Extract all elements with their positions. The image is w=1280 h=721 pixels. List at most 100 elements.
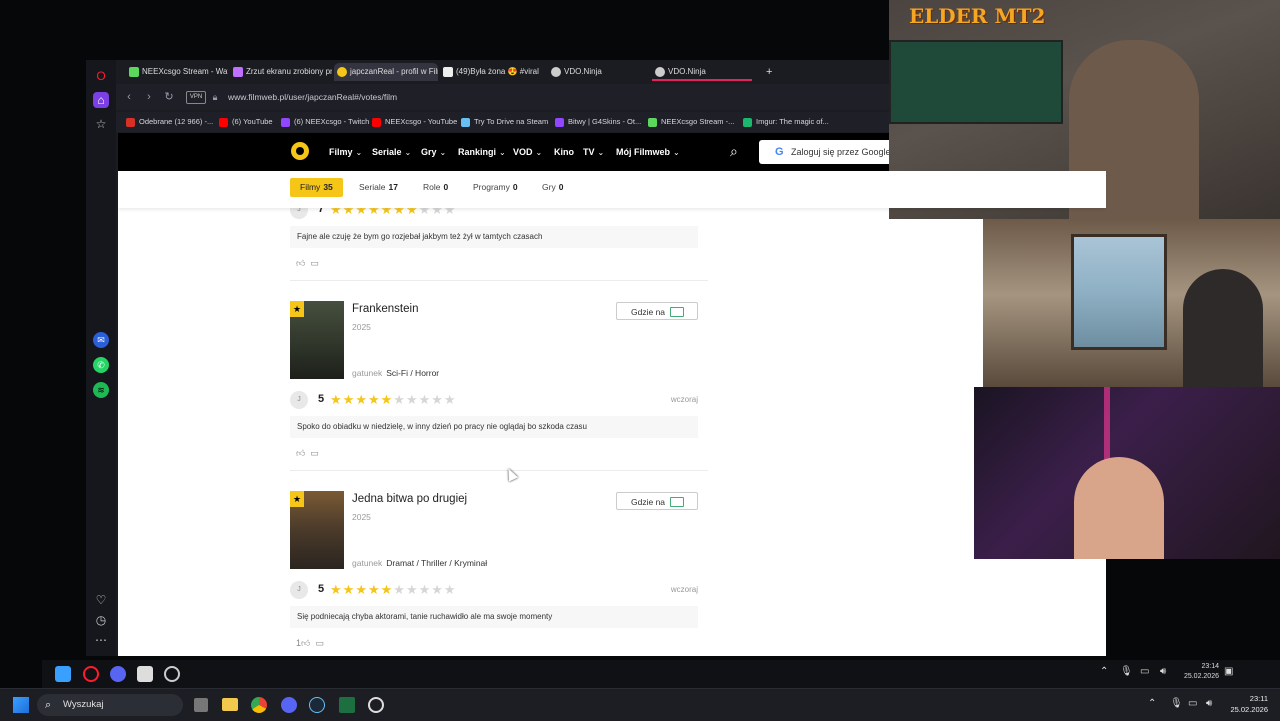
steam-icon[interactable] <box>309 697 325 713</box>
avatar[interactable]: J <box>290 391 308 409</box>
notepad-icon[interactable] <box>137 666 153 682</box>
star-icon[interactable]: ★ <box>393 392 406 407</box>
streamed-clock[interactable]: 23:14 25.02.2026 <box>1175 662 1219 682</box>
star-icon[interactable]: ★ <box>406 582 419 597</box>
star-icon[interactable]: ★ <box>431 582 444 597</box>
star-icon[interactable]: ★ <box>381 582 394 597</box>
filter-tab-role[interactable]: Role 0 <box>413 178 458 197</box>
display-icon[interactable]: ▭ <box>1140 666 1149 677</box>
reply-icon[interactable]: ▭ <box>310 258 319 268</box>
tab-vdo-ninja-2[interactable]: VDO.Ninja <box>652 63 752 81</box>
movie-poster[interactable]: ★ <box>290 491 344 569</box>
star-icon[interactable]: ★ <box>355 392 368 407</box>
notification-icon[interactable]: ▣ <box>1224 666 1233 677</box>
rating-stars[interactable]: ★★★★★★★★★★ <box>330 393 457 407</box>
opera-icon[interactable] <box>83 666 99 682</box>
menu-tv[interactable]: TV ⌄ <box>583 145 604 160</box>
star-icon[interactable]: ★ <box>355 582 368 597</box>
filter-tab-programy[interactable]: Programy 0 <box>463 178 528 197</box>
star-icon[interactable]: ★ <box>444 582 457 597</box>
file-explorer-icon[interactable] <box>222 698 238 711</box>
movie-title[interactable]: Frankenstein <box>352 303 418 315</box>
task-view-icon[interactable] <box>194 698 208 712</box>
taskbar-clock[interactable]: 23:11 25.02.2026 <box>1218 693 1268 715</box>
menu-gry[interactable]: Gry ⌄ <box>421 145 446 160</box>
bookmark-neex-stream[interactable]: NEEXcsgo Stream -... <box>648 115 734 129</box>
menu-filmy[interactable]: Filmy ⌄ <box>329 145 362 160</box>
tab-filmweb-profile[interactable]: japczanReal - profil w Filmw <box>334 63 438 81</box>
aria-icon[interactable]: ☆ <box>93 116 109 132</box>
bookmark-g4skins[interactable]: Bitwy | G4Skins - Ot... <box>555 115 641 129</box>
obs-icon[interactable] <box>164 666 180 682</box>
tray-chevron-icon[interactable]: ⌃ <box>1100 666 1108 677</box>
reply-icon[interactable]: ▭ <box>315 638 324 648</box>
messenger-icon[interactable]: ✉ <box>93 332 109 348</box>
favorites-heart-icon[interactable]: ♡ <box>93 592 109 608</box>
star-icon[interactable]: ★ <box>393 582 406 597</box>
star-icon[interactable]: ★ <box>330 392 343 407</box>
tab-tiktok[interactable]: (49)Była żona 😍 #viral | T <box>440 63 540 81</box>
forward-arrow-icon[interactable]: › <box>142 90 156 104</box>
volume-icon[interactable]: 🔊︎ <box>1160 666 1166 677</box>
url-field[interactable]: www.filmweb.pl/user/japczanReal#/votes/f… <box>228 90 397 104</box>
back-arrow-icon[interactable]: ‹ <box>122 90 136 104</box>
avatar[interactable]: J <box>290 581 308 599</box>
movie-poster[interactable]: ★ <box>290 301 344 379</box>
tray-chevron-icon[interactable]: ⌃ <box>1148 698 1156 709</box>
menu-vod[interactable]: VOD ⌄ <box>513 145 542 160</box>
thumbs-up-icon[interactable]: 👍︎ <box>296 448 305 458</box>
star-icon[interactable]: ★ <box>343 392 356 407</box>
excel-icon[interactable] <box>339 697 355 713</box>
obs-icon[interactable] <box>368 697 384 713</box>
history-icon[interactable]: ◷ <box>93 612 109 628</box>
bookmark-youtube[interactable]: (6) YouTube <box>219 115 273 129</box>
lock-icon[interactable]: 🔒︎ <box>208 90 222 104</box>
bookmark-gmail[interactable]: Odebrane (12 966) -... <box>126 115 213 129</box>
vpn-badge[interactable]: VPN <box>186 91 206 104</box>
google-login-button[interactable]: G Zaloguj się przez Google <box>759 140 899 164</box>
discord-icon[interactable] <box>281 697 297 713</box>
more-icon[interactable]: ⋯ <box>93 632 109 648</box>
bookmark-youtube-neex[interactable]: NEEXcsgo - YouTube <box>372 115 457 129</box>
star-icon[interactable]: ★ <box>419 392 432 407</box>
star-icon[interactable]: ★ <box>343 582 356 597</box>
tab-neexcsgo-stream[interactable]: NEEXcsgo Stream - Watch <box>126 63 228 81</box>
star-icon[interactable]: ★ <box>406 392 419 407</box>
reply-icon[interactable]: ▭ <box>310 448 319 458</box>
search-icon[interactable]: ⌕ <box>730 143 746 159</box>
opera-logo-icon[interactable]: O <box>93 68 109 84</box>
star-icon[interactable]: ★ <box>368 392 381 407</box>
star-icon[interactable]: ★ <box>368 582 381 597</box>
discord-icon[interactable] <box>110 666 126 682</box>
where-to-watch-button[interactable]: Gdzie na <box>616 302 698 320</box>
windows-start-icon[interactable] <box>13 697 29 713</box>
star-icon[interactable]: ★ <box>431 392 444 407</box>
microphone-icon[interactable]: 🎙︎ <box>1170 698 1183 709</box>
menu-kino[interactable]: Kino <box>554 145 574 159</box>
taskbar-search-input[interactable]: ⌕ Wyszukaj <box>37 694 183 716</box>
thumbs-up-icon[interactable]: 👍︎ <box>301 638 310 648</box>
reload-icon[interactable]: ↻ <box>162 90 176 104</box>
menu-moj-filmweb[interactable]: Mój Filmweb ⌄ <box>616 145 680 160</box>
whatsapp-icon[interactable]: ✆ <box>93 357 109 373</box>
bookmark-steam[interactable]: Try To Drive na Steam <box>461 115 548 129</box>
star-icon[interactable]: ★ <box>381 392 394 407</box>
filmweb-logo-icon[interactable] <box>291 142 309 160</box>
rating-stars[interactable]: ★★★★★★★★★★ <box>330 583 457 597</box>
bookmark-imgur[interactable]: Imgur: The magic of... <box>743 115 829 129</box>
tab-screenshot[interactable]: Zrzut ekranu zrobiony prz <box>230 63 332 81</box>
filter-tab-seriale[interactable]: Seriale 17 <box>349 178 408 197</box>
bookmark-twitch[interactable]: (6) NEEXcsgo - Twitch <box>281 115 369 129</box>
filter-tab-gry[interactable]: Gry 0 <box>532 178 573 197</box>
menu-rankingi[interactable]: Rankingi ⌄ <box>458 145 506 160</box>
star-icon[interactable]: ★ <box>330 582 343 597</box>
star-icon[interactable]: ★ <box>444 392 457 407</box>
microphone-icon[interactable]: 🎙︎ <box>1120 666 1133 677</box>
star-icon[interactable]: ★ <box>419 582 432 597</box>
movie-title[interactable]: Jedna bitwa po drugiej <box>352 493 467 505</box>
where-to-watch-button[interactable]: Gdzie na <box>616 492 698 510</box>
new-tab-button[interactable]: + <box>762 63 780 81</box>
display-icon[interactable]: ▭ <box>1188 698 1197 709</box>
tab-vdo-ninja-1[interactable]: VDO.Ninja <box>548 63 648 81</box>
spotify-icon[interactable]: ≋ <box>93 382 109 398</box>
